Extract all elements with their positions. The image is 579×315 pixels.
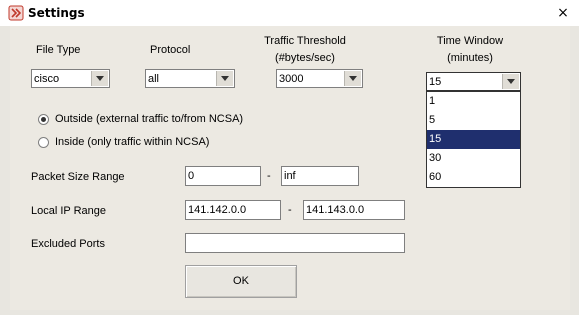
packet-size-max-field[interactable]: inf (281, 166, 359, 186)
chevron-down-icon[interactable] (344, 71, 361, 86)
excluded-ports-field[interactable] (185, 233, 405, 253)
traffic-threshold-select[interactable]: 3000 (276, 69, 363, 88)
protocol-select[interactable]: all (145, 69, 235, 88)
chevron-down-icon[interactable] (216, 71, 233, 86)
ok-button[interactable]: OK (185, 265, 297, 298)
dropdown-option-selected[interactable]: 15 (427, 130, 520, 149)
local-ip-start-field[interactable]: 141.142.0.0 (185, 200, 281, 220)
dropdown-option[interactable]: 60 (427, 168, 520, 187)
time-window-select[interactable]: 15 (426, 72, 521, 91)
close-icon[interactable]: × (556, 6, 570, 20)
local-ip-start-value: 141.142.0.0 (188, 204, 247, 216)
protocol-label: Protocol (150, 44, 191, 56)
packet-size-max-value: inf (284, 170, 296, 182)
traffic-threshold-value: 3000 (279, 73, 304, 85)
title-bar[interactable]: Settings × (0, 0, 579, 26)
range-dash: - (288, 204, 292, 216)
chevron-down-icon[interactable] (502, 74, 519, 89)
chevron-down-icon[interactable] (91, 71, 108, 86)
settings-dialog: Settings × File Type Protocol Traffic Th… (0, 0, 579, 315)
range-dash: - (267, 170, 271, 182)
time-window-dropdown-list[interactable]: 1 5 15 30 60 (426, 91, 521, 188)
packet-size-label: Packet Size Range (31, 171, 125, 183)
inside-radio[interactable] (38, 137, 49, 148)
packet-size-min-value: 0 (188, 170, 195, 182)
time-window-label: Time Window (436, 35, 504, 47)
app-icon (8, 5, 24, 21)
protocol-value: all (148, 73, 160, 85)
time-window-value: 15 (429, 76, 442, 88)
outside-radio[interactable] (38, 114, 49, 125)
window-title: Settings (28, 6, 85, 20)
file-type-label: File Type (36, 44, 81, 56)
local-ip-end-value: 141.143.0.0 (306, 204, 365, 216)
traffic-threshold-label: Traffic Threshold (264, 35, 346, 47)
file-type-value: cisco (34, 73, 60, 85)
local-ip-label: Local IP Range (31, 205, 107, 217)
time-window-unit-label: (minutes) (447, 52, 493, 64)
dropdown-option[interactable]: 5 (427, 111, 520, 130)
file-type-select[interactable]: cisco (31, 69, 110, 88)
excluded-ports-label: Excluded Ports (31, 238, 105, 250)
inside-radio-label[interactable]: Inside (only traffic within NCSA) (55, 136, 209, 148)
outside-radio-label[interactable]: Outside (external traffic to/from NCSA) (55, 113, 243, 125)
traffic-threshold-unit-label: (#bytes/sec) (275, 52, 335, 64)
dropdown-option[interactable]: 1 (427, 92, 520, 111)
local-ip-end-field[interactable]: 141.143.0.0 (303, 200, 405, 220)
packet-size-min-field[interactable]: 0 (185, 166, 261, 186)
dropdown-option[interactable]: 30 (427, 149, 520, 168)
